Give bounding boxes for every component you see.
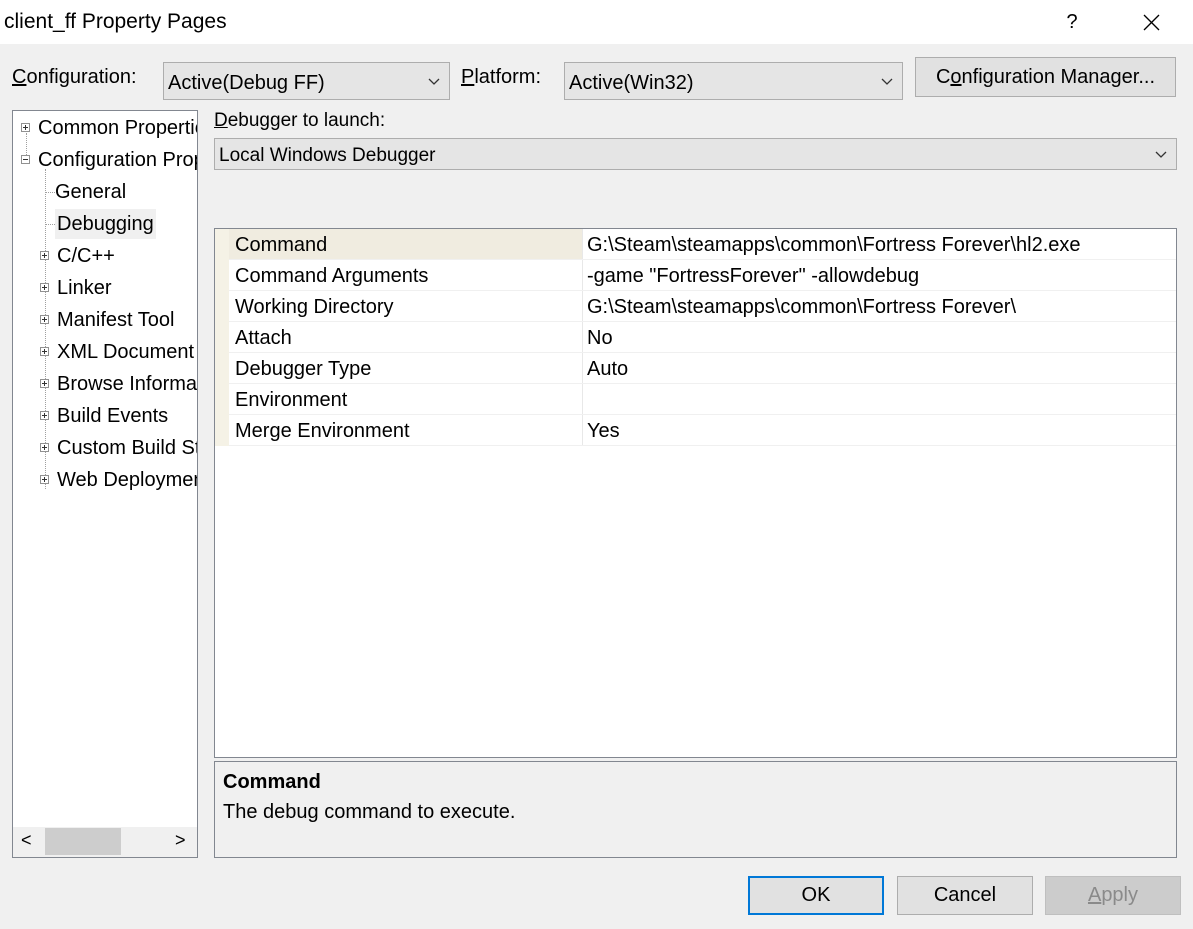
property-row-debugger-type[interactable]: Debugger Type Auto [215,353,1176,384]
row-gutter [215,415,229,446]
close-button[interactable] [1128,4,1174,40]
scrollbar-thumb[interactable] [45,828,121,855]
tree-item-label: Linker [57,277,112,299]
property-name: Command [235,234,328,256]
scroll-left-button[interactable]: < [21,830,32,851]
description-text: The debug command to execute. [223,801,516,823]
tree-item-label: Configuration Properties [38,149,197,171]
tree-item-label: Debugging [57,213,154,235]
platform-label: Platform: [461,66,542,88]
property-value[interactable]: -game "FortressForever" -allowdebug [587,265,919,288]
configuration-label: Configuration: [12,66,137,88]
configuration-value: Active(Debug FF) [168,72,325,94]
property-row-command-arguments[interactable]: Command Arguments -game "FortressForever… [215,260,1176,291]
expand-icon[interactable] [40,411,49,420]
tree-item-label: Browse Information [57,373,198,395]
row-gutter [215,260,229,291]
tree-item-label: XML Document Generator [57,341,197,363]
configuration-dropdown[interactable]: Active(Debug FF) [163,62,450,100]
chevron-down-icon [881,78,893,85]
expand-icon[interactable] [40,251,49,260]
tree-item-label: General [55,181,127,203]
property-value[interactable]: G:\Steam\steamapps\common\Fortress Forev… [587,234,1081,257]
property-name: Environment [235,389,348,411]
debugger-value: Local Windows Debugger [219,145,436,166]
apply-button[interactable]: Apply [1045,876,1181,915]
chevron-down-icon [428,78,440,85]
property-tree[interactable]: Common Properties Configuration Properti… [12,110,198,858]
platform-value: Active(Win32) [569,72,694,94]
property-grid[interactable]: Command G:\Steam\steamapps\common\Fortre… [214,228,1177,758]
platform-dropdown[interactable]: Active(Win32) [564,62,903,100]
property-row-command[interactable]: Command G:\Steam\steamapps\common\Fortre… [215,229,1176,260]
expand-icon[interactable] [40,315,49,324]
property-name: Merge Environment [235,420,410,442]
tree-item-label: Custom Build Step [57,437,197,459]
debugger-dropdown[interactable]: Local Windows Debugger [214,138,1177,170]
configuration-manager-button[interactable]: Configuration Manager... [915,57,1176,97]
help-button[interactable]: ? [1050,4,1094,40]
tree-item-label: Build Events [57,405,169,427]
debugger-label: Debugger to launch: [214,110,386,131]
row-gutter [215,353,229,384]
row-gutter [215,229,229,260]
expand-icon[interactable] [40,475,49,484]
property-value[interactable]: G:\Steam\steamapps\common\Fortress Forev… [587,296,1016,319]
collapse-icon[interactable] [21,155,30,164]
row-gutter [215,291,229,322]
property-name: Command Arguments [235,265,429,287]
expand-icon[interactable] [40,347,49,356]
property-value[interactable]: Auto [587,358,628,381]
expand-icon[interactable] [40,443,49,452]
tree-item-label: Web Deployment [57,469,198,491]
description-title: Command [223,771,321,793]
tree-item-debugging[interactable]: Debugging [55,209,156,239]
property-row-working-directory[interactable]: Working Directory G:\Steam\steamapps\com… [215,291,1176,322]
ok-button[interactable]: OK [748,876,884,915]
description-panel: Command The debug command to execute. [214,761,1177,858]
expand-icon[interactable] [40,379,49,388]
property-name: Debugger Type [235,358,372,380]
expand-icon[interactable] [21,123,30,132]
row-gutter [215,322,229,353]
tree-item-general[interactable]: General [55,177,126,207]
property-row-merge-environment[interactable]: Merge Environment Yes [215,415,1176,446]
close-icon [1143,14,1160,31]
expand-icon[interactable] [40,283,49,292]
property-value[interactable]: Yes [587,420,620,443]
scroll-right-button[interactable]: > [175,830,186,851]
window-title: client_ff Property Pages [4,10,227,33]
property-row-environment[interactable]: Environment [215,384,1176,415]
horizontal-scrollbar[interactable]: < > [13,827,197,857]
tree-item-label: Manifest Tool [57,309,175,331]
row-gutter [215,384,229,415]
cancel-button[interactable]: Cancel [897,876,1033,915]
tree-item-label: Common Properties [38,117,197,139]
tree-item-label: C/C++ [57,245,115,267]
chevron-down-icon [1155,151,1167,158]
property-name: Working Directory [235,296,394,318]
property-value[interactable]: No [587,327,613,350]
property-name: Attach [235,327,292,349]
property-row-attach[interactable]: Attach No [215,322,1176,353]
